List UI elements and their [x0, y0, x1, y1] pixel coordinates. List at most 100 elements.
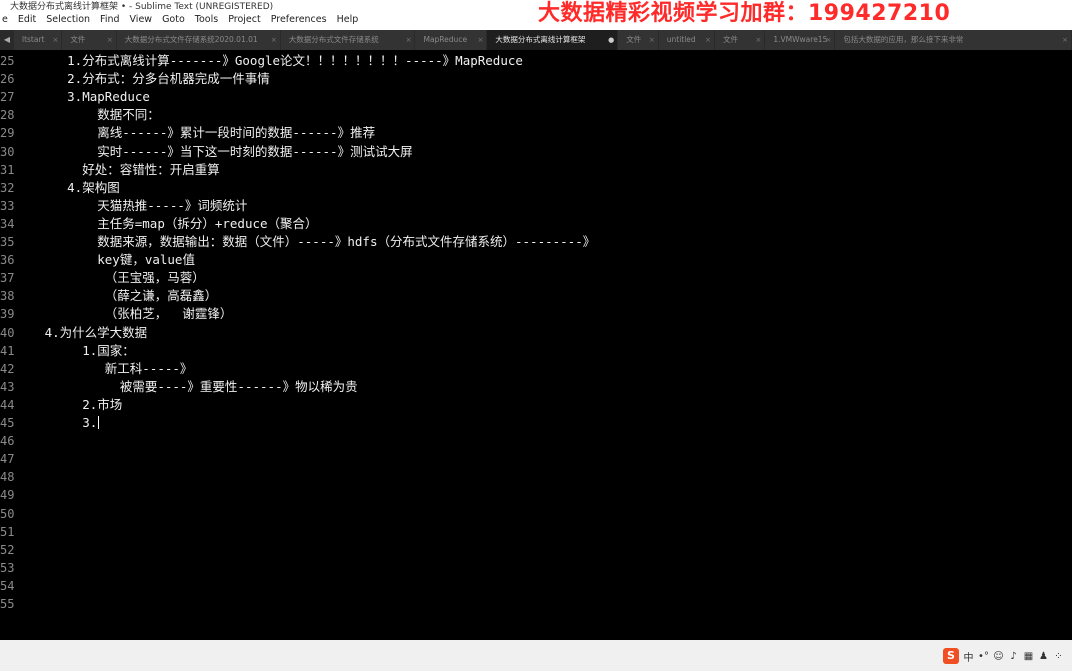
tab-label: 大数据分布式离线计算框架	[495, 35, 586, 44]
code-text: 1.分布式离线计算-------》Google论文！！！！！！！！-----》M…	[22, 53, 523, 68]
line-number: 31	[0, 162, 15, 177]
line-number: 34	[0, 216, 15, 231]
menu-item-find[interactable]: Find	[95, 12, 124, 28]
tab-2[interactable]: 大数据分布式文件存储系统2020.01.01 ×	[116, 30, 280, 50]
code-line[interactable]: 2.分布式：分多台机器完成一件事情	[22, 70, 270, 88]
tab-8[interactable]: 文件 ×	[715, 30, 765, 50]
close-icon[interactable]: ×	[478, 30, 484, 50]
tab-label: 包括大数据的应用，那么接下来非常	[843, 35, 964, 44]
code-text: 离线------》累计一段时间的数据------》推荐	[22, 125, 376, 141]
line-number: 41	[0, 343, 15, 358]
code-line[interactable]: 数据来源，数据输出：数据（文件）-----》hdfs（分布式文件存储系统）---…	[22, 233, 595, 251]
line-number: 53	[0, 560, 15, 575]
code-text: 3.MapReduce	[22, 89, 150, 105]
code-line[interactable]: （张柏芝， 谢霆锋）	[22, 305, 233, 323]
line-number: 29	[0, 126, 15, 141]
close-icon[interactable]: ×	[53, 30, 59, 50]
menu-item-view[interactable]: View	[125, 12, 158, 28]
apps-grid-icon[interactable]: ⁘	[1053, 651, 1064, 662]
tab-3[interactable]: 大数据分布式文件存储系统 ×	[280, 30, 415, 50]
line-number: 38	[0, 289, 15, 304]
close-icon[interactable]: ×	[107, 30, 113, 50]
code-line[interactable]: 新工科-----》	[22, 360, 193, 378]
code-text: 4.架构图	[22, 179, 120, 195]
code-text: 数据来源，数据输出：数据（文件）-----》hdfs（分布式文件存储系统）---…	[22, 234, 596, 249]
code-text: （王宝强，马蓉）	[22, 270, 205, 286]
close-icon[interactable]: ×	[756, 30, 762, 50]
close-icon[interactable]: ×	[825, 30, 831, 50]
emoji-icon[interactable]: ☺	[993, 651, 1004, 662]
tab-bar: ◀ ltstart × 文件 × 大数据分布式文件存储系统2020.01.01 × 大数据分…	[0, 30, 1072, 50]
tab-label: MapReduce	[423, 35, 468, 44]
line-number: 45	[0, 416, 15, 430]
close-icon[interactable]: ×	[271, 30, 277, 50]
code-line[interactable]: 实时------》当下这一时刻的数据------》测试试大屏	[22, 143, 413, 161]
microphone-icon[interactable]: ♪	[1008, 651, 1019, 662]
code-line[interactable]: 天猫热推-----》词频统计	[22, 197, 247, 215]
keyboard-icon[interactable]: ▦	[1023, 651, 1034, 662]
tab-label: 文件	[626, 35, 642, 44]
code-text: 实时------》当下这一时刻的数据------》测试试大屏	[22, 143, 413, 159]
code-line[interactable]: 3.MapReduce	[22, 88, 150, 106]
line-number: 27	[0, 90, 15, 105]
unsaved-dot-icon[interactable]: ●	[608, 30, 614, 50]
close-icon[interactable]: ×	[649, 30, 655, 50]
line-number: 54	[0, 578, 15, 593]
code-line[interactable]: 被需要----》重要性------》物以稀为贵	[22, 378, 358, 396]
code-line[interactable]: 4.为什么学大数据	[22, 324, 148, 342]
tab-5[interactable]: 大数据分布式离线计算框架 ●	[487, 30, 618, 50]
tab-1[interactable]: 文件 ×	[62, 30, 116, 50]
code-line[interactable]: 1.分布式离线计算-------》Google论文！！！！！！！！-----》M…	[22, 52, 523, 70]
menu-item-edit[interactable]: Edit	[13, 12, 41, 28]
close-icon[interactable]: ×	[705, 30, 711, 50]
line-number: 36	[0, 253, 15, 268]
line-number: 25	[0, 54, 15, 68]
tab-label: 文件	[70, 35, 86, 44]
tab-label: 大数据分布式文件存储系统	[288, 35, 379, 44]
code-line[interactable]: 1.国家：	[22, 342, 135, 360]
text-cursor	[98, 416, 100, 429]
code-line[interactable]: 主任务=map（拆分）+reduce（聚合）	[22, 215, 318, 233]
code-line[interactable]: （薛之谦，高磊鑫）	[22, 287, 218, 305]
code-line[interactable]: key键，value值	[22, 251, 195, 269]
tab-label: 大数据分布式文件存储系统2020.01.01	[124, 35, 258, 44]
tab-6[interactable]: 文件 ×	[618, 30, 658, 50]
menu-item-project[interactable]: Project	[223, 12, 266, 28]
tab-7[interactable]: untitled ×	[658, 30, 714, 50]
user-icon[interactable]: ♟	[1038, 651, 1049, 662]
code-line[interactable]: （王宝强，马蓉）	[22, 269, 205, 287]
line-number: 50	[0, 506, 15, 521]
code-line[interactable]: 3.	[22, 414, 100, 432]
tab-10[interactable]: 包括大数据的应用，那么接下来非常 ×	[835, 30, 1071, 50]
code-text: 3.	[22, 415, 98, 430]
menu-item-goto[interactable]: Goto	[157, 12, 190, 28]
taskbar: S 中 •° ☺ ♪ ▦ ♟ ⁘	[0, 640, 1072, 671]
line-number: 43	[0, 379, 15, 394]
code-line[interactable]: 4.架构图	[22, 179, 120, 197]
code-text: 主任务=map（拆分）+reduce（聚合）	[22, 215, 318, 231]
tab-9[interactable]: 1.VMWware15 ×	[765, 30, 835, 50]
tab-scroll-left-icon[interactable]: ◀	[0, 30, 14, 50]
code-text: 2.分布式：分多台机器完成一件事情	[22, 71, 270, 87]
close-icon[interactable]: ×	[1062, 30, 1068, 50]
menu-item-tools[interactable]: Tools	[190, 12, 223, 28]
close-icon[interactable]: ×	[406, 30, 412, 50]
tab-4[interactable]: MapReduce ×	[415, 30, 487, 50]
sogou-ime-icon[interactable]: S	[943, 648, 959, 664]
tab-0[interactable]: ltstart ×	[14, 30, 62, 50]
menu-item-preferences[interactable]: Preferences	[266, 12, 332, 28]
line-number: 52	[0, 542, 15, 557]
code-line[interactable]: 2.市场	[22, 396, 122, 414]
tab-label: untitled	[666, 35, 696, 44]
code-line[interactable]: 好处：容错性：开启重算	[22, 161, 220, 179]
menu-item-e[interactable]: e	[0, 12, 13, 28]
code-line[interactable]: 数据不同：	[22, 106, 160, 124]
menu-item-selection[interactable]: Selection	[41, 12, 95, 28]
code-editor[interactable]: 25 26 27 28 29 30 31 32 33 34 35 36 37 38 39 40 41 42 43 44…	[0, 50, 1072, 640]
code-text: key键，value值	[22, 252, 195, 268]
menu-item-help[interactable]: Help	[332, 12, 364, 28]
ime-language-indicator[interactable]: 中	[963, 649, 974, 664]
line-number: 30	[0, 144, 15, 159]
punctuation-icon[interactable]: •°	[978, 651, 989, 662]
code-line[interactable]: 离线------》累计一段时间的数据------》推荐	[22, 124, 375, 142]
